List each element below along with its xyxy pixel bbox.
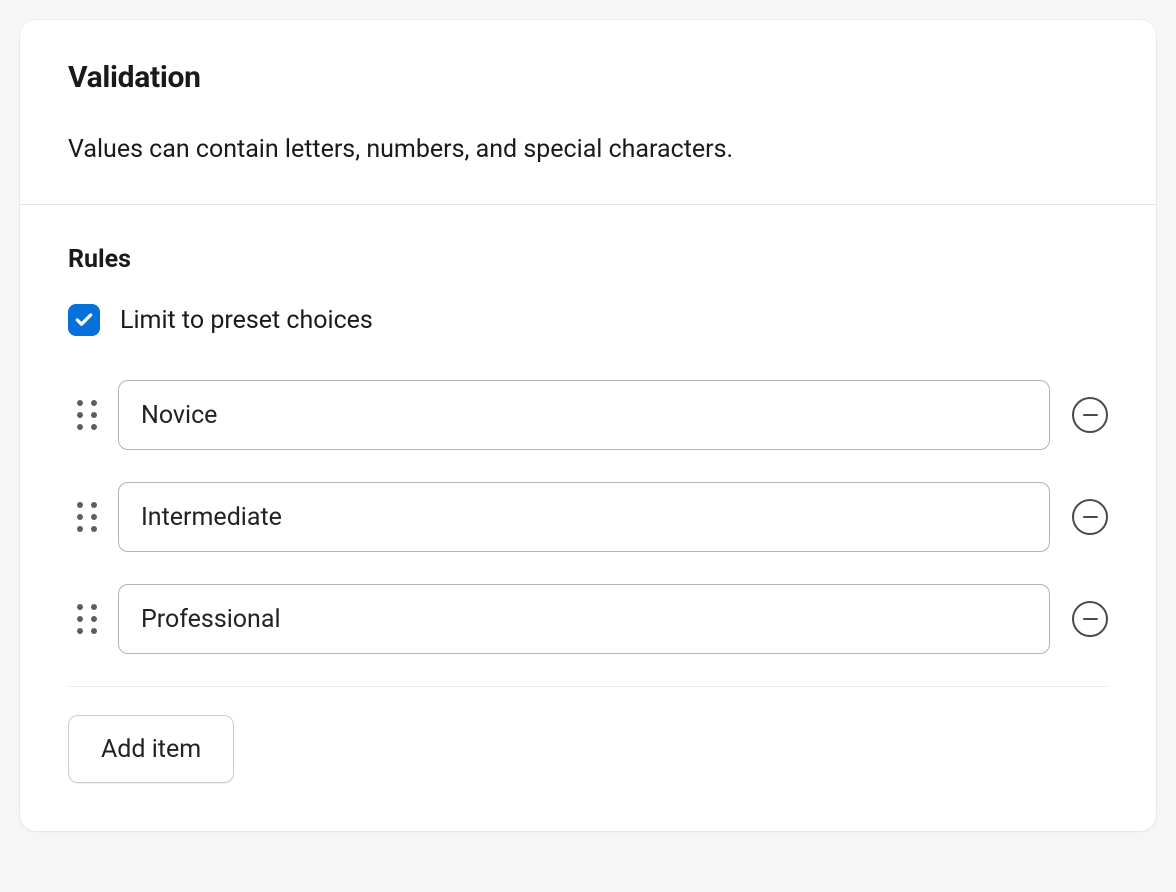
card-description: Values can contain letters, numbers, and… <box>68 135 1108 164</box>
rules-label: Rules <box>68 245 1108 274</box>
drag-handle-icon[interactable] <box>68 497 96 537</box>
choice-input[interactable] <box>118 380 1050 450</box>
remove-choice-button[interactable] <box>1072 601 1108 637</box>
remove-choice-button[interactable] <box>1072 499 1108 535</box>
remove-choice-button[interactable] <box>1072 397 1108 433</box>
drag-handle-icon[interactable] <box>68 395 96 435</box>
choice-input[interactable] <box>118 482 1050 552</box>
card-body: Rules Limit to preset choices <box>20 205 1156 831</box>
choice-list <box>68 380 1108 687</box>
choice-row <box>68 482 1108 552</box>
limit-choices-label: Limit to preset choices <box>120 306 373 335</box>
drag-handle-icon[interactable] <box>68 599 96 639</box>
card-title: Validation <box>68 60 1108 95</box>
limit-choices-row: Limit to preset choices <box>68 304 1108 336</box>
choice-input[interactable] <box>118 584 1050 654</box>
add-item-button[interactable]: Add item <box>68 715 234 783</box>
minus-icon <box>1083 618 1098 621</box>
minus-icon <box>1083 414 1098 417</box>
choice-row <box>68 584 1108 654</box>
minus-icon <box>1083 516 1098 519</box>
choice-row <box>68 380 1108 450</box>
card-header: Validation Values can contain letters, n… <box>20 20 1156 205</box>
checkmark-icon <box>74 310 94 330</box>
validation-card: Validation Values can contain letters, n… <box>20 20 1156 831</box>
limit-choices-checkbox[interactable] <box>68 304 100 336</box>
